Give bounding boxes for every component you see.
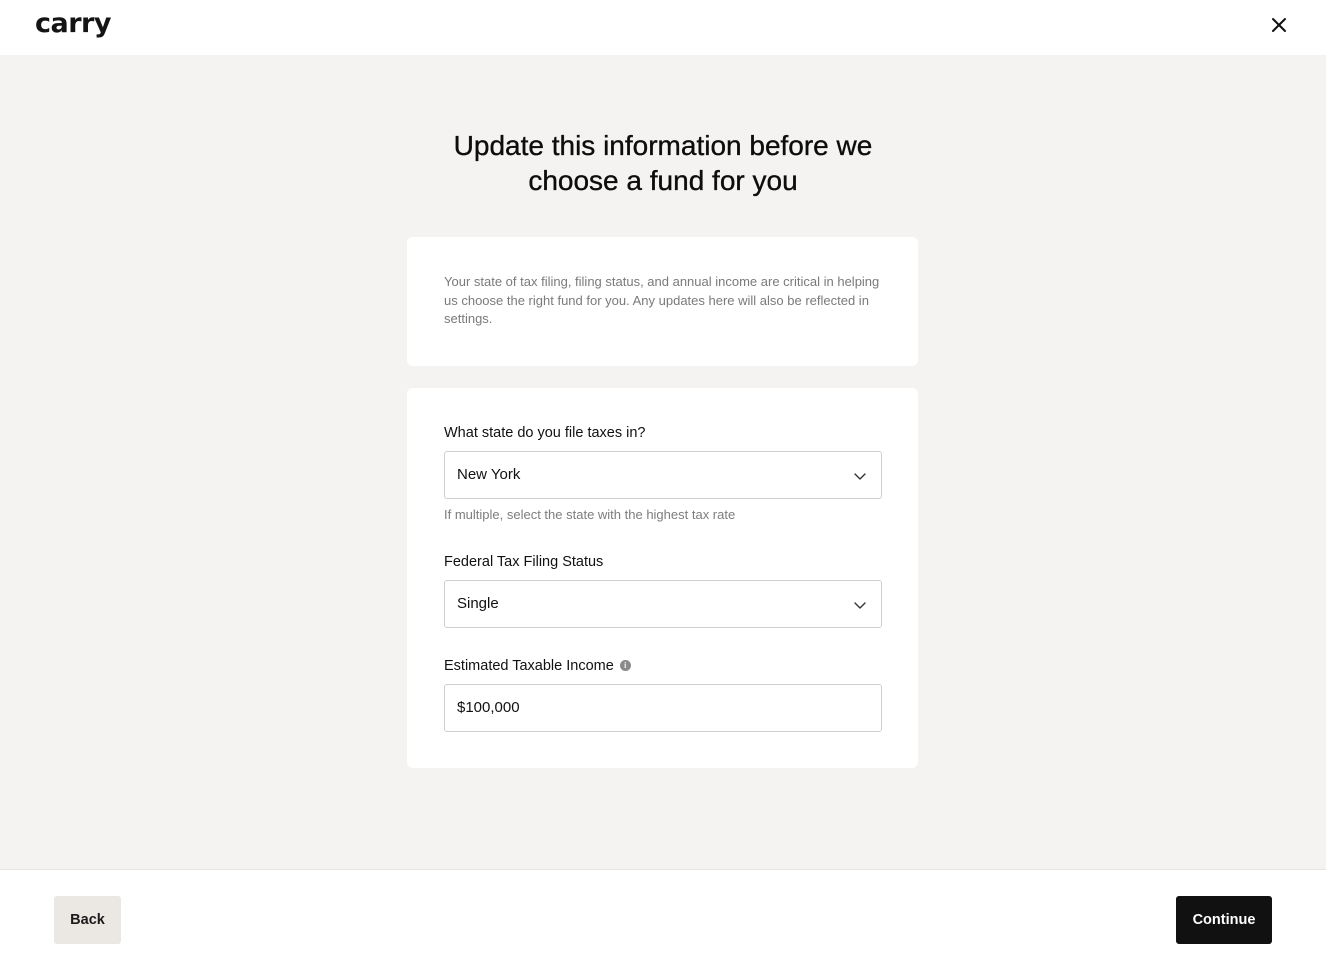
footer-bar: Back Continue <box>0 869 1326 966</box>
top-bar: carry <box>0 0 1326 55</box>
info-icon[interactable]: i <box>619 659 631 671</box>
info-card: Your state of tax filing, filing status,… <box>407 237 918 366</box>
state-hint: If multiple, select the state with the h… <box>444 507 736 522</box>
chevron-down-icon <box>853 598 867 612</box>
filing-status-label: Federal Tax Filing Status <box>444 554 604 570</box>
back-button[interactable]: Back <box>54 896 121 944</box>
income-label-row: Estimated Taxable Income i <box>444 658 631 674</box>
info-text: Your state of tax filing, filing status,… <box>444 274 880 326</box>
main-content: Update this information before we choose… <box>0 55 1326 869</box>
income-input-value: $100,000 <box>457 699 520 716</box>
state-select[interactable]: New York <box>444 451 882 499</box>
filing-status-select-value: Single <box>457 595 499 612</box>
carry-logo[interactable]: carry <box>35 8 111 39</box>
chevron-down-icon <box>853 469 867 483</box>
close-button[interactable] <box>1266 12 1292 38</box>
filing-status-select[interactable]: Single <box>444 580 882 628</box>
income-label: Estimated Taxable Income <box>444 658 614 674</box>
income-input[interactable]: $100,000 <box>444 684 882 732</box>
page-title: Update this information before we choose… <box>453 130 873 196</box>
continue-button[interactable]: Continue <box>1176 896 1272 944</box>
state-label: What state do you file taxes in? <box>444 425 646 441</box>
close-icon <box>1272 18 1286 32</box>
state-select-value: New York <box>457 466 521 483</box>
tax-form-card: What state do you file taxes in? New Yor… <box>407 388 918 768</box>
